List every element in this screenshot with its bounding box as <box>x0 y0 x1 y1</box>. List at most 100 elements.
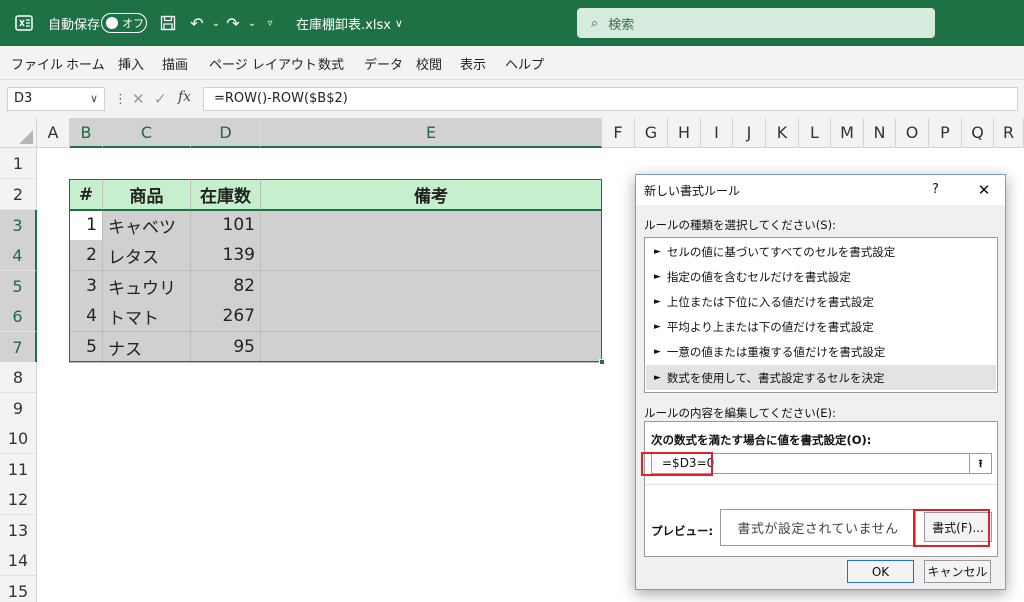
column-header[interactable]: A <box>37 118 70 148</box>
chevron-down-icon[interactable]: ∨ <box>90 88 98 110</box>
table-cell-item[interactable]: レタス <box>103 240 191 271</box>
table-cell-qty[interactable]: 139 <box>191 240 261 271</box>
tab-home[interactable]: ホーム <box>66 54 105 73</box>
search-input[interactable]: ⌕ 検索 <box>577 8 935 38</box>
formula-input[interactable]: =ROW()-ROW($B$2) <box>203 87 1018 111</box>
row-header[interactable]: 4 <box>0 240 37 271</box>
column-header[interactable]: N <box>864 118 896 148</box>
close-icon[interactable]: ✕ <box>963 175 1005 205</box>
table-header-note[interactable]: 備考 <box>261 179 602 210</box>
tab-review[interactable]: 校閲 <box>416 54 442 73</box>
rule-type-text: 指定の値を含むセルだけを書式設定 <box>666 269 851 284</box>
tab-formulas[interactable]: 数式 <box>318 54 344 73</box>
column-header[interactable]: L <box>799 118 831 148</box>
autosave-toggle[interactable]: オフ <box>101 13 147 33</box>
column-header[interactable]: G <box>635 118 668 148</box>
table-cell-item[interactable]: キャベツ <box>103 210 191 241</box>
column-header[interactable]: B <box>70 118 103 148</box>
table-header-no[interactable]: # <box>69 179 103 210</box>
column-header[interactable]: P <box>929 118 962 148</box>
column-header[interactable]: C <box>103 118 191 148</box>
table-cell-qty[interactable]: 267 <box>191 301 261 332</box>
ok-button[interactable]: OK <box>847 560 914 583</box>
table-cell-item[interactable]: トマト <box>103 301 191 332</box>
row-header[interactable]: 12 <box>0 484 37 515</box>
tab-help[interactable]: ヘルプ <box>505 54 544 73</box>
row-header[interactable]: 13 <box>0 515 37 546</box>
table-cell-note[interactable] <box>261 240 602 271</box>
tab-data[interactable]: データ <box>364 54 403 73</box>
search-placeholder: 検索 <box>608 17 635 33</box>
row-header[interactable]: 10 <box>0 423 37 454</box>
tab-insert[interactable]: 挿入 <box>118 54 144 73</box>
row-header[interactable]: 14 <box>0 545 37 576</box>
name-box[interactable]: D3 ∨ <box>7 87 105 111</box>
table-cell-no[interactable]: 2 <box>69 240 103 271</box>
column-header[interactable]: M <box>831 118 864 148</box>
file-name[interactable]: 在庫棚卸表.xlsx ∨ <box>296 0 403 46</box>
table-cell-no[interactable]: 5 <box>69 332 103 363</box>
row-header[interactable]: 6 <box>0 301 37 332</box>
table-cell-note[interactable] <box>261 271 602 302</box>
tab-draw[interactable]: 描画 <box>162 54 188 73</box>
format-button[interactable]: 書式(F)... <box>924 512 992 542</box>
insert-function-icon[interactable]: fx <box>178 89 191 105</box>
table-cell-no[interactable]: 4 <box>69 301 103 332</box>
table-cell-note[interactable] <box>261 332 602 363</box>
row-header[interactable]: 1 <box>0 148 37 179</box>
row-header[interactable]: 5 <box>0 271 37 302</box>
rule-type-item-selected[interactable]: ► 数式を使用して、書式設定するセルを決定 <box>646 365 996 390</box>
dialog-title-bar[interactable]: 新しい書式ルール ? ✕ <box>636 175 1005 205</box>
column-header[interactable]: H <box>668 118 701 148</box>
table-cell-qty[interactable]: 95 <box>191 332 261 363</box>
table-header-item[interactable]: 商品 <box>103 179 191 210</box>
more-options-icon[interactable]: ⋮ <box>114 92 127 107</box>
table-cell-qty[interactable]: 82 <box>191 271 261 302</box>
condition-formula-input[interactable]: =$D3=0 ⭱ <box>651 453 992 474</box>
rule-type-item[interactable]: ► 一意の値または重複する値だけを書式設定 <box>646 339 996 364</box>
enter-icon[interactable]: ✓ <box>154 90 167 108</box>
help-icon[interactable]: ? <box>932 182 939 197</box>
row-header[interactable]: 2 <box>0 179 37 210</box>
table-cell-qty[interactable]: 101 <box>191 210 261 241</box>
formula-condition-label: 次の数式を満たす場合に値を書式設定(O): <box>651 433 872 447</box>
rule-type-item[interactable]: ► 指定の値を含むセルだけを書式設定 <box>646 264 996 289</box>
table-cell-note[interactable] <box>261 301 602 332</box>
collapse-dialog-icon[interactable]: ⭱ <box>969 454 991 473</box>
table-cell-item[interactable]: キュウリ <box>103 271 191 302</box>
column-header[interactable]: E <box>261 118 602 148</box>
column-header[interactable]: Q <box>962 118 994 148</box>
rule-type-item[interactable]: ► 上位または下位に入る値だけを書式設定 <box>646 289 996 314</box>
row-header[interactable]: 8 <box>0 362 37 393</box>
row-header[interactable]: 15 <box>0 576 37 602</box>
table-header-qty[interactable]: 在庫数 <box>191 179 261 210</box>
row-header[interactable]: 11 <box>0 454 37 485</box>
table-cell-no[interactable]: 3 <box>69 271 103 302</box>
save-icon[interactable] <box>157 12 179 34</box>
select-all-corner[interactable] <box>0 118 37 148</box>
condition-formula-value: =$D3=0 <box>662 456 715 470</box>
row-header[interactable]: 9 <box>0 393 37 424</box>
cancel-icon[interactable]: ✕ <box>132 90 145 108</box>
table-cell-no[interactable]: 1 <box>69 210 103 241</box>
tab-file[interactable]: ファイル <box>11 54 63 73</box>
row-header[interactable]: 7 <box>0 332 37 363</box>
column-header[interactable]: F <box>602 118 635 148</box>
table-cell-note[interactable] <box>261 210 602 241</box>
cancel-button[interactable]: キャンセル <box>924 560 991 583</box>
column-header[interactable]: I <box>701 118 733 148</box>
customize-qat-icon[interactable]: ▿ <box>259 12 281 34</box>
column-header[interactable]: J <box>733 118 766 148</box>
column-header[interactable]: O <box>896 118 929 148</box>
rule-type-item[interactable]: ► 平均より上または下の値だけを書式設定 <box>646 314 996 339</box>
formula-bar: D3 ∨ ⋮ ✕ ✓ fx =ROW()-ROW($B$2) <box>0 80 1024 118</box>
column-header[interactable]: D <box>191 118 261 148</box>
tab-page-layout[interactable]: ページ レイアウト <box>209 54 317 73</box>
column-header[interactable]: K <box>766 118 799 148</box>
table-cell-item[interactable]: ナス <box>103 332 191 363</box>
row-header[interactable]: 3 <box>0 210 37 241</box>
fill-handle[interactable] <box>599 359 605 365</box>
tab-view[interactable]: 表示 <box>460 54 486 73</box>
rule-type-item[interactable]: ► セルの値に基づいてすべてのセルを書式設定 <box>646 239 996 264</box>
column-header[interactable]: R <box>994 118 1024 148</box>
